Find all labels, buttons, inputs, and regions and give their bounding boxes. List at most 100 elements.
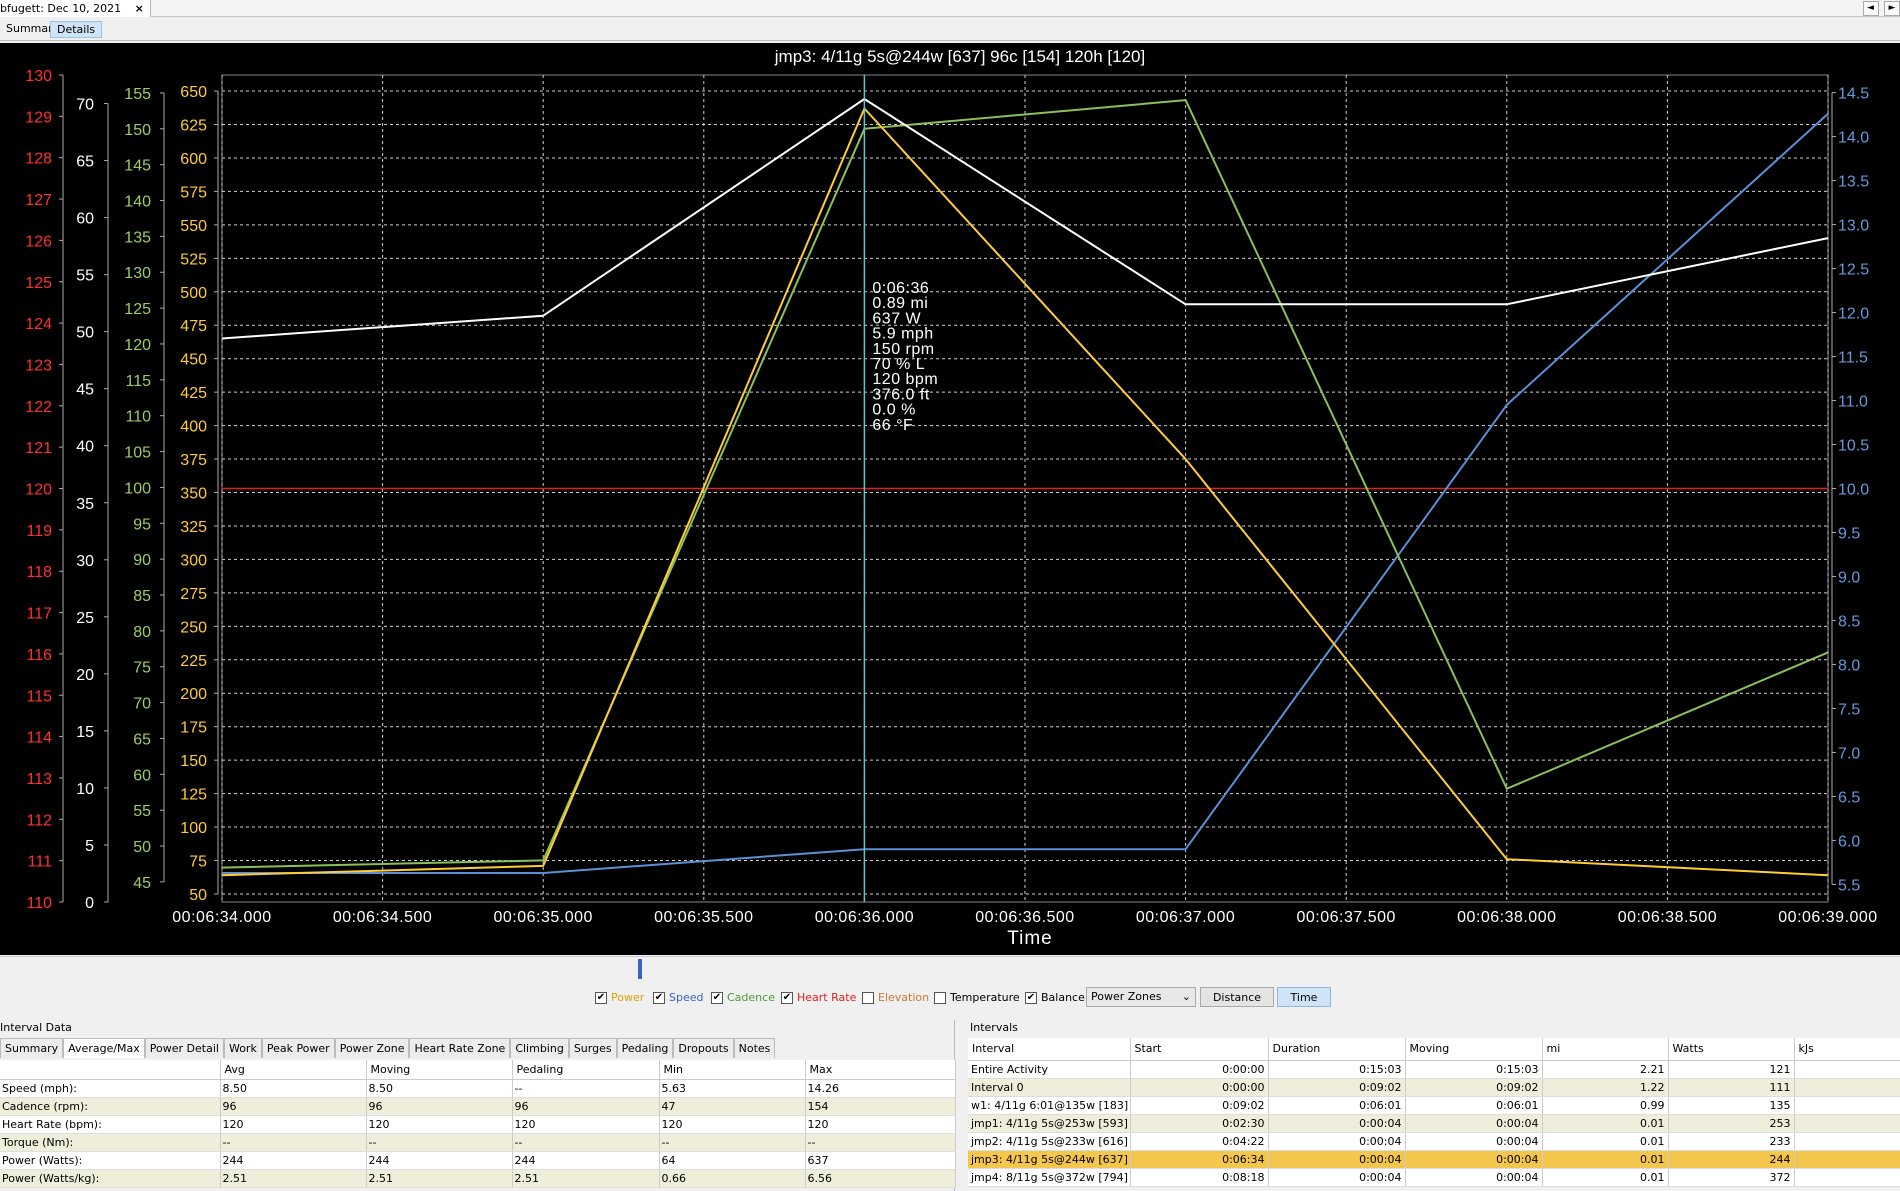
close-icon[interactable]: × — [135, 2, 144, 15]
y-tick-label: 11.0 — [1838, 394, 1868, 411]
table-row[interactable]: Torque (Nm): -- -- -- -- -- — [0, 1133, 956, 1152]
y-tick-label: 120 — [124, 337, 151, 354]
column-header[interactable]: Min — [659, 1060, 806, 1080]
y-tick-label: 135 — [124, 229, 151, 246]
table-row[interactable]: jmp4: 8/11g 5s@372w [794] 7... 0:08:18 0… — [968, 1168, 1900, 1187]
column-header[interactable]: Avg — [220, 1060, 367, 1080]
column-header[interactable]: kJs — [1794, 1038, 1900, 1061]
column-header[interactable]: mi — [1542, 1038, 1669, 1061]
toggle-elevation[interactable]: Elevation — [862, 990, 929, 1005]
ride-document-tab[interactable]: bfugett: Dec 10, 2021 × — [0, 0, 151, 17]
tab-notes[interactable]: Notes — [733, 1038, 776, 1058]
y-tick-label: 124 — [25, 316, 52, 333]
y-tick-label: 155 — [124, 86, 151, 103]
tab-work[interactable]: Work — [223, 1038, 262, 1058]
power-checkbox[interactable]: ✔ — [595, 991, 607, 1004]
tab-summary-stats[interactable]: Summary — [0, 1038, 64, 1058]
balance-checkbox[interactable]: ✔ — [1025, 991, 1037, 1004]
toggle-power[interactable]: ✔ Power — [595, 990, 644, 1005]
table-row[interactable]: Power (Watts/kg): 2.51 2.51 2.51 0.66 6.… — [0, 1169, 956, 1188]
tab-details[interactable]: Details — [50, 21, 103, 38]
tab-pedaling[interactable]: Pedaling — [616, 1038, 674, 1058]
y-tick-label: 525 — [180, 251, 207, 268]
table-row[interactable]: jmp2: 4/11g 5s@233w [616] 9... 0:04:22 0… — [968, 1132, 1900, 1151]
table-cell: -- — [659, 1133, 806, 1152]
chart-scrollbar[interactable] — [0, 956, 1900, 980]
tab-scroll-left-icon[interactable]: ◄ — [1862, 1, 1879, 16]
column-header[interactable]: Duration — [1268, 1038, 1406, 1061]
y-tick-label: 9.0 — [1838, 569, 1860, 586]
table-row[interactable]: Speed (mph): 8.50 8.50 -- 5.63 14.26 — [0, 1079, 956, 1098]
y-tick-label: 70 — [76, 97, 94, 114]
tab-power-detail[interactable]: Power Detail — [144, 1038, 224, 1058]
y-tick-label: 250 — [180, 619, 207, 636]
toggle-speed[interactable]: ✔ Speed — [653, 990, 703, 1005]
zones-select[interactable]: Power Zones ⌄ — [1086, 987, 1196, 1007]
distance-button[interactable]: Distance — [1200, 987, 1274, 1007]
table-row[interactable]: w1: 4/11g 6:01@135w [183] ... 0:09:02 0:… — [968, 1096, 1900, 1115]
y-tick-label: 650 — [180, 84, 207, 101]
table-row[interactable]: Cadence (rpm): 96 96 96 47 154 — [0, 1097, 956, 1116]
y-tick-label: 75 — [189, 854, 207, 871]
table-cell: 14.26 — [805, 1079, 956, 1098]
tab-heart-rate-zone[interactable]: Heart Rate Zone — [409, 1038, 511, 1058]
toggle-heart-rate[interactable]: ✔ Heart Rate — [781, 990, 856, 1005]
y-tick-label: 65 — [76, 154, 94, 171]
table-row-selected[interactable]: jmp3: 4/11g 5s@244w [637] 9... 0:06:34 0… — [968, 1150, 1900, 1169]
table-cell: 96 — [220, 1097, 367, 1116]
column-header[interactable]: Moving — [1405, 1038, 1543, 1061]
elevation-checkbox[interactable] — [862, 991, 874, 1004]
y-tick-label: 120 — [25, 482, 52, 499]
table-cell: 0:00:04 — [1405, 1168, 1543, 1187]
table-row[interactable]: Heart Rate (bpm): 120 120 120 120 120 — [0, 1115, 956, 1134]
y-tick-label: 600 — [180, 151, 207, 168]
toggle-cadence[interactable]: ✔ Cadence — [711, 990, 775, 1005]
y-tick-label: 475 — [180, 318, 207, 335]
y-tick-label: 45 — [76, 382, 94, 399]
table-cell: 244 — [512, 1151, 660, 1170]
tab-climbing[interactable]: Climbing — [510, 1038, 569, 1058]
y-tick-label: 115 — [26, 688, 52, 705]
column-header[interactable]: Start — [1130, 1038, 1269, 1061]
column-header[interactable]: Pedaling — [512, 1060, 660, 1080]
ride-chart-svg[interactable]: jmp3: 4/11g 5s@244w [637] 96c [154] 120h… — [0, 43, 1900, 955]
table-cell: 120 — [659, 1115, 806, 1134]
table-cell: 120 — [366, 1115, 513, 1134]
table-header-row: Interval Start Duration Moving mi Watts … — [968, 1038, 1900, 1061]
column-header[interactable]: Watts — [1668, 1038, 1795, 1061]
heart-rate-checkbox[interactable]: ✔ — [781, 991, 793, 1004]
tab-peak-power[interactable]: Peak Power — [261, 1038, 335, 1058]
time-button[interactable]: Time — [1277, 987, 1331, 1007]
column-header[interactable] — [0, 1060, 221, 1080]
ride-chart[interactable]: jmp3: 4/11g 5s@244w [637] 96c [154] 120h… — [0, 43, 1900, 955]
tab-power-zone[interactable]: Power Zone — [334, 1038, 410, 1058]
table-cell: Entire Activity — [968, 1060, 1131, 1079]
table-cell — [1794, 1114, 1900, 1133]
temperature-checkbox[interactable] — [934, 991, 946, 1004]
y-tick-label: 350 — [180, 486, 207, 503]
y-tick-label: 6.0 — [1838, 833, 1860, 850]
x-tick-label: 00:06:37.500 — [1296, 909, 1395, 926]
table-cell: 8.50 — [366, 1079, 513, 1098]
table-cell: 0:00:04 — [1405, 1114, 1543, 1133]
toggle-balance[interactable]: ✔ Balance — [1025, 990, 1085, 1005]
tab-scroll-right-icon[interactable]: ► — [1884, 1, 1900, 16]
table-row[interactable]: Interval 0 0:00:00 0:09:02 0:09:02 1.22 … — [968, 1078, 1900, 1097]
y-tick-label: 127 — [25, 192, 52, 209]
speed-checkbox[interactable]: ✔ — [653, 991, 665, 1004]
toggle-temperature[interactable]: Temperature — [934, 990, 1020, 1005]
average-max-table: Avg Moving Pedaling Min Max Speed (mph):… — [0, 1060, 956, 1188]
cadence-checkbox[interactable]: ✔ — [711, 991, 723, 1004]
chart-scroll-thumb[interactable] — [638, 959, 642, 979]
column-header[interactable]: Max — [805, 1060, 956, 1080]
tab-average-max[interactable]: Average/Max — [63, 1038, 145, 1058]
table-row[interactable]: Power (Watts): 244 244 244 64 637 — [0, 1151, 956, 1170]
table-cell: 6.56 — [805, 1169, 956, 1188]
column-header[interactable]: Moving — [366, 1060, 513, 1080]
table-row[interactable]: jmp1: 4/11g 5s@253w [593] 8... 0:02:30 0… — [968, 1114, 1900, 1133]
column-header[interactable]: Interval — [968, 1038, 1131, 1061]
tab-surges[interactable]: Surges — [568, 1038, 617, 1058]
x-tick-label: 00:06:36.500 — [975, 909, 1074, 926]
table-row[interactable]: Entire Activity 0:00:00 0:15:03 0:15:03 … — [968, 1060, 1900, 1079]
tab-dropouts[interactable]: Dropouts — [673, 1038, 734, 1058]
